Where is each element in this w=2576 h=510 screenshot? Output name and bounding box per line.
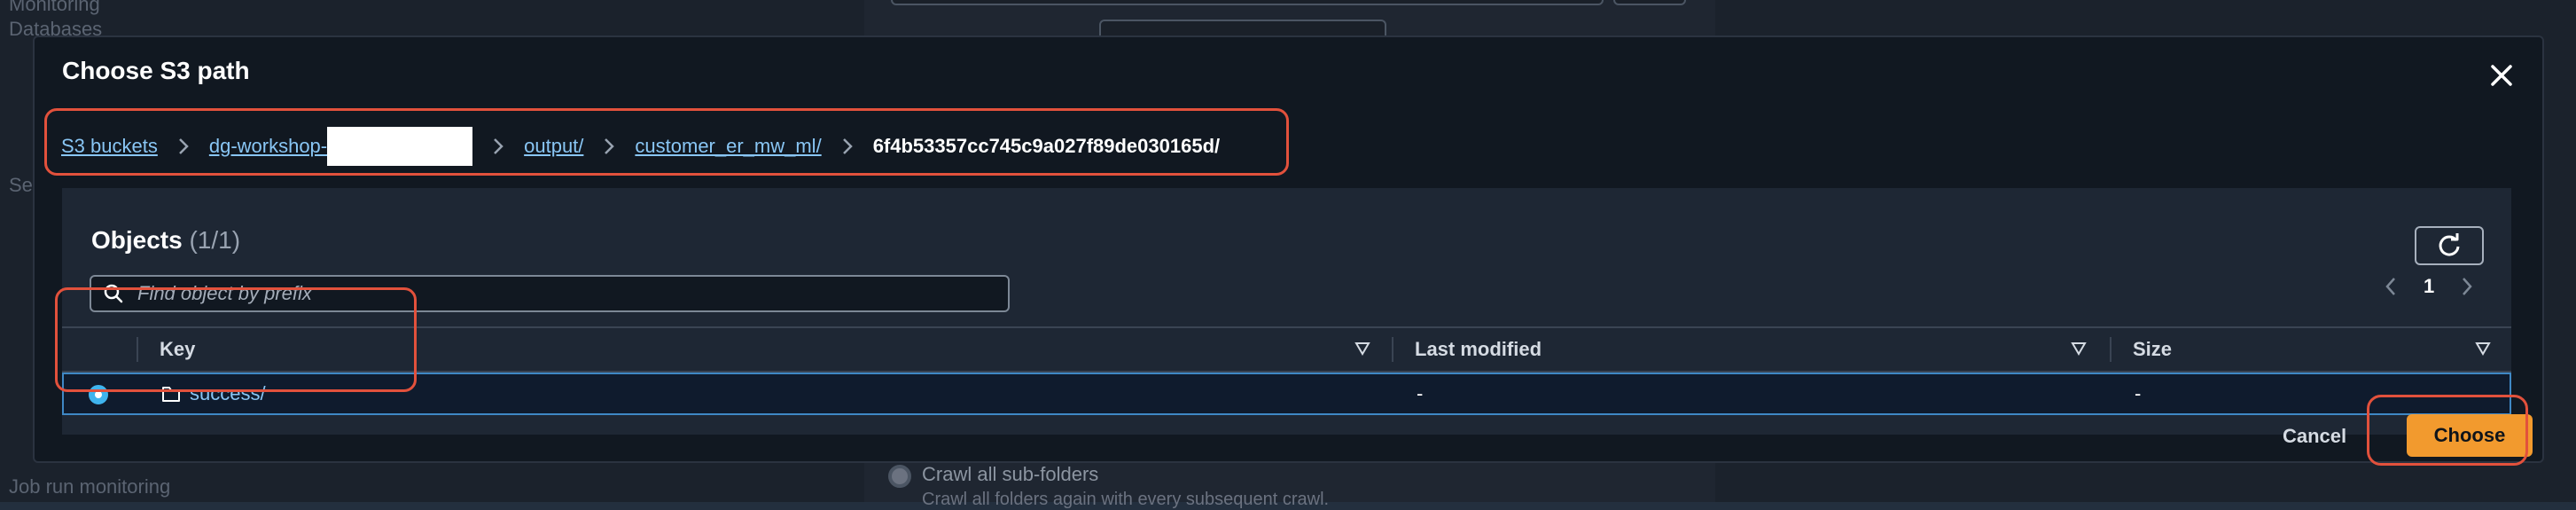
objects-panel: Objects (1/1) 1 Key Last modified Si <box>62 188 2511 435</box>
column-divider <box>2110 337 2112 362</box>
objects-table: Key Last modified Size <box>62 326 2511 373</box>
sort-down-icon[interactable] <box>2071 341 2087 360</box>
objects-title: Objects <box>91 226 183 254</box>
refresh-button[interactable] <box>2415 226 2484 265</box>
background-field <box>891 0 1604 5</box>
row-last-modified: - <box>1417 382 1424 404</box>
background-radio <box>888 465 911 488</box>
choose-button-highlight <box>2367 395 2528 466</box>
pagination: 1 <box>2385 275 2473 298</box>
background-nav-item: Monitoring <box>9 0 100 15</box>
background-radio-label: Crawl all sub-folders <box>922 463 1099 485</box>
table-row[interactable]: success/ - - <box>62 373 2511 415</box>
page-number[interactable]: 1 <box>2424 275 2434 298</box>
breadcrumb-highlight <box>44 108 1289 176</box>
background-bottom-item: Job run monitoring <box>9 475 171 498</box>
sort-down-icon[interactable] <box>1354 341 1370 360</box>
column-divider <box>1392 337 1393 362</box>
modal-title: Choose S3 path <box>62 57 250 84</box>
refresh-icon <box>2439 233 2460 256</box>
key-column-highlight <box>55 287 417 392</box>
row-size: - <box>2135 382 2142 404</box>
cancel-button[interactable]: Cancel <box>2283 420 2346 452</box>
column-size[interactable]: Size <box>2133 328 2172 371</box>
chevron-left-icon[interactable] <box>2385 276 2397 297</box>
chevron-right-icon[interactable] <box>2461 276 2473 297</box>
table-header: Key Last modified Size <box>62 326 2511 373</box>
column-last-modified[interactable]: Last modified <box>1415 328 1542 371</box>
objects-heading: Objects (1/1) <box>91 226 240 255</box>
background-field-small <box>1613 0 1686 5</box>
choose-s3-path-modal: Choose S3 path S3 buckets dg-workshop- o… <box>33 35 2544 463</box>
objects-count: (1/1) <box>189 226 241 254</box>
background-radio-sub: Crawl all folders again with every subse… <box>922 490 1330 509</box>
sort-down-icon[interactable] <box>2475 341 2491 360</box>
close-icon[interactable] <box>2486 60 2517 90</box>
